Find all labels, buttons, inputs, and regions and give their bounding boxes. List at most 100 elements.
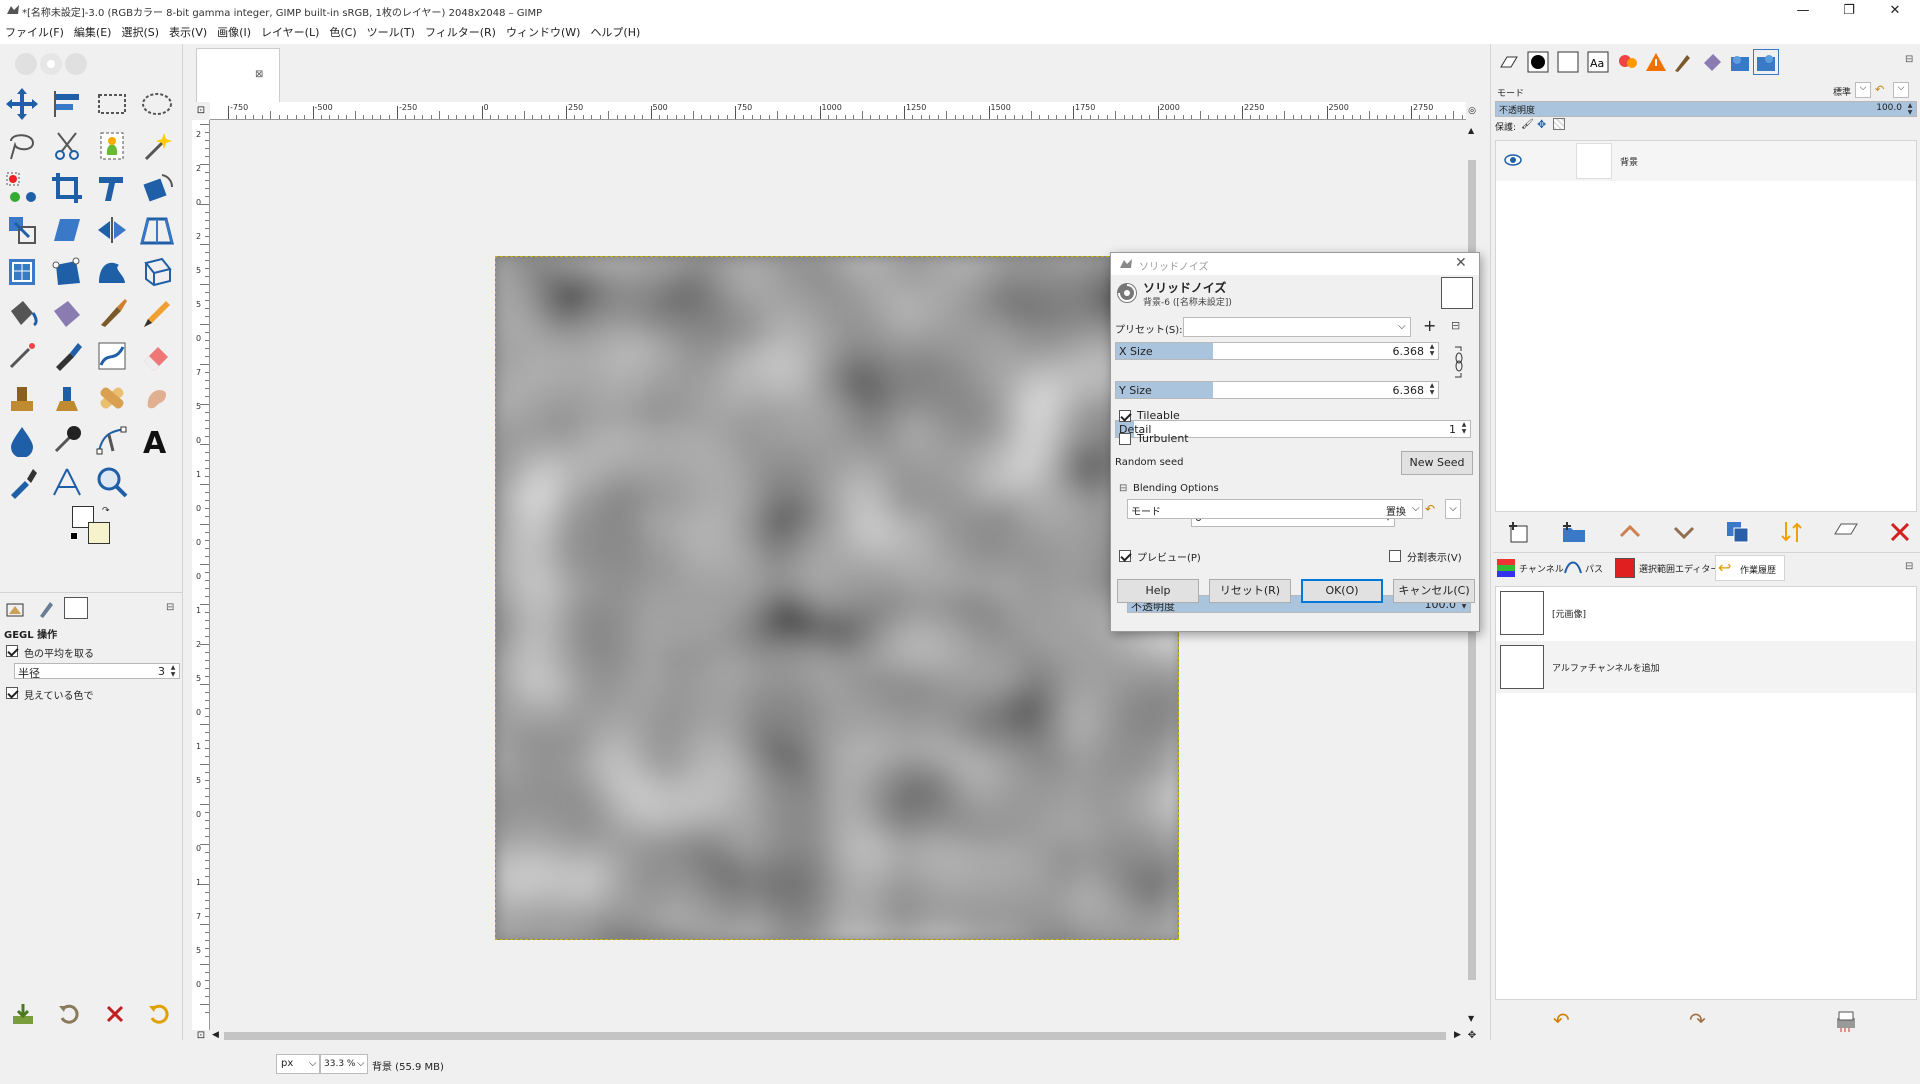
pencil-tool-icon[interactable] xyxy=(137,294,177,334)
minimize-button[interactable]: — xyxy=(1780,0,1826,22)
background-color-swatch[interactable] xyxy=(88,522,110,544)
reset-options-icon[interactable] xyxy=(146,1002,172,1029)
move-tool-icon[interactable] xyxy=(2,84,42,124)
split-view-checkbox[interactable] xyxy=(1389,549,1401,562)
rect-select-tool-icon[interactable] xyxy=(92,84,132,124)
navigate-corner-icon[interactable]: ⊡ xyxy=(192,1030,210,1044)
menu-colors[interactable]: 色(C) xyxy=(324,22,361,44)
anchor-layer-icon[interactable] xyxy=(1779,520,1805,547)
merge-layer-icon[interactable] xyxy=(1833,520,1859,547)
reset-button[interactable]: リセット(R) xyxy=(1209,579,1291,603)
eraser-tool-icon[interactable] xyxy=(137,336,177,376)
maximize-button[interactable]: ❐ xyxy=(1826,0,1872,22)
cage-transform-tool-icon[interactable] xyxy=(2,252,42,292)
fuzzy-select-tool-icon[interactable] xyxy=(137,126,177,166)
scale-tool-icon[interactable] xyxy=(2,210,42,250)
ink-tool-icon[interactable] xyxy=(47,336,87,376)
fonts-tab-icon[interactable]: Aa xyxy=(1585,49,1611,75)
mypaint-brush-tool-icon[interactable] xyxy=(92,336,132,376)
tab-channels[interactable]: チャンネル xyxy=(1519,562,1564,575)
image-canvas[interactable] xyxy=(495,256,1179,940)
device-status-tab-icon[interactable] xyxy=(34,598,58,620)
error-console-tab-icon[interactable] xyxy=(1643,49,1669,75)
airbrush-tool-icon[interactable] xyxy=(2,336,42,376)
new-layer-icon[interactable] xyxy=(1507,520,1533,547)
collapse-icon[interactable]: ⊟ xyxy=(1119,483,1127,494)
menu-windows[interactable]: ウィンドウ(W) xyxy=(501,22,585,44)
duplicate-layer-icon[interactable] xyxy=(1725,520,1751,547)
new-seed-button[interactable]: New Seed xyxy=(1401,451,1473,475)
tab-menu-icon[interactable]: ⊟ xyxy=(166,602,174,613)
preset-combo[interactable]: ⌵ xyxy=(1183,317,1411,337)
foreground-select-tool-icon[interactable] xyxy=(92,126,132,166)
3d-transform-tool-icon[interactable] xyxy=(137,252,177,292)
layer-name[interactable]: 背景 xyxy=(1620,155,1638,168)
menu-filters[interactable]: フィルター(R) xyxy=(420,22,501,44)
menu-help[interactable]: ヘルプ(H) xyxy=(585,22,645,44)
align-tool-icon[interactable] xyxy=(47,84,87,124)
tool-options-tab-icon[interactable] xyxy=(4,598,28,620)
eye-icon[interactable] xyxy=(1504,153,1522,170)
ok-button[interactable]: OK(O) xyxy=(1301,579,1383,603)
reset-mode-icon[interactable]: ↶ xyxy=(1875,83,1884,96)
horizontal-ruler[interactable]: -750 -500 -250 0 250 500 750 1000 1250 1500 1750 20… xyxy=(210,102,1466,120)
delete-options-icon[interactable] xyxy=(102,1002,128,1029)
images-tab-icon[interactable] xyxy=(64,597,88,619)
history-item[interactable]: [元画像] xyxy=(1496,587,1916,639)
unified-transform-tool-icon[interactable] xyxy=(92,168,132,208)
menu-edit[interactable]: 編集(E) xyxy=(69,22,117,44)
quick-mask-corner-icon[interactable]: ⊡ xyxy=(192,102,210,120)
paths-tool-icon[interactable] xyxy=(92,420,132,460)
zoom-lock-icon[interactable]: ◎ xyxy=(1466,102,1478,120)
swap-colors-icon[interactable]: ↷ xyxy=(102,506,110,516)
preset-menu-icon[interactable]: ⊟ xyxy=(1451,319,1460,332)
blur-sharpen-tool-icon[interactable] xyxy=(2,420,42,460)
perspective-tool-icon[interactable] xyxy=(137,210,177,250)
tab-paths[interactable]: パス xyxy=(1585,562,1603,575)
menu-view[interactable]: 表示(V) xyxy=(164,22,212,44)
heal-tool-icon[interactable] xyxy=(92,378,132,418)
menu-image[interactable]: 画像(I) xyxy=(212,22,256,44)
lock-alpha-icon[interactable] xyxy=(1553,118,1565,130)
restore-options-icon[interactable] xyxy=(56,1002,82,1029)
dialog-close-button[interactable]: ✕ xyxy=(1455,255,1467,271)
ellipse-select-tool-icon[interactable] xyxy=(137,84,177,124)
channels-tab-icon[interactable] xyxy=(1497,559,1515,577)
menu-tools[interactable]: ツール(T) xyxy=(362,22,420,44)
layer-mode-value[interactable]: 標準 xyxy=(1833,85,1851,98)
gradients-tab-icon[interactable] xyxy=(1699,49,1725,75)
help-button[interactable]: Help xyxy=(1117,579,1199,603)
image-tab[interactable]: ⊠ xyxy=(196,48,280,102)
crop-tool-icon[interactable] xyxy=(47,168,87,208)
free-select-tool-icon[interactable] xyxy=(2,126,42,166)
redo-icon[interactable]: ↷ xyxy=(1689,1008,1706,1032)
handle-transform-tool-icon[interactable] xyxy=(47,252,87,292)
save-options-icon[interactable] xyxy=(10,1002,36,1029)
measure-tool-icon[interactable] xyxy=(47,462,87,502)
menu-select[interactable]: 選択(S) xyxy=(116,22,164,44)
clear-history-icon[interactable] xyxy=(1833,1008,1859,1035)
navigation-icon[interactable]: ✥ xyxy=(1466,1030,1478,1044)
scissors-select-tool-icon[interactable] xyxy=(47,126,87,166)
lower-layer-icon[interactable] xyxy=(1671,520,1697,547)
bucket-fill-tool-icon[interactable] xyxy=(2,294,42,334)
blending-options-label[interactable]: Blending Options xyxy=(1133,483,1219,494)
dock-tab-menu-icon[interactable]: ⊟ xyxy=(1905,561,1913,572)
raise-layer-icon[interactable] xyxy=(1617,520,1643,547)
layer-row[interactable]: 背景 xyxy=(1496,141,1916,181)
close-tab-icon[interactable]: ⊠ xyxy=(255,69,263,80)
radius-spinner[interactable]: 半径 3 ▲ ▼ xyxy=(14,663,180,680)
add-preset-icon[interactable]: + xyxy=(1423,316,1436,335)
dodge-burn-tool-icon[interactable] xyxy=(47,420,87,460)
horizontal-scrollbar[interactable]: ◀ ▶ xyxy=(210,1030,1466,1042)
rotate-tool-icon[interactable] xyxy=(137,168,177,208)
smudge-tool-icon[interactable] xyxy=(137,378,177,418)
blend-mode-combo[interactable]: モード 置換 ⌵ xyxy=(1127,499,1423,519)
y-size-spinner[interactable]: Y Size 6.368 ▲ ▼ xyxy=(1115,381,1439,399)
chain-link-icon[interactable] xyxy=(1453,343,1465,381)
patterns-tab-icon[interactable] xyxy=(1555,49,1581,75)
sample-average-checkbox[interactable] xyxy=(6,644,18,657)
document-history-tab-icon[interactable] xyxy=(1753,49,1779,75)
reset-mode-icon[interactable]: ↶ xyxy=(1425,502,1435,516)
composite-chevron-icon[interactable]: ⌵ xyxy=(1893,82,1909,98)
